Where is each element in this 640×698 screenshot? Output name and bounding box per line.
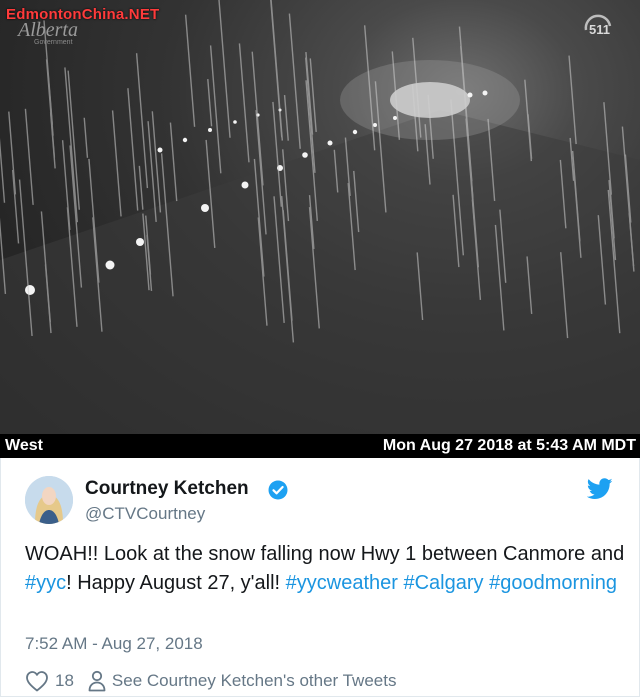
camera-timestamp: Mon Aug 27 2018 at 5:43 AM MDT xyxy=(382,437,636,454)
snow-streak xyxy=(8,111,17,195)
road-light xyxy=(105,260,115,270)
hashtag-link[interactable]: #goodmorning xyxy=(489,572,617,594)
twitter-bird-icon[interactable] xyxy=(587,478,613,500)
road-light xyxy=(233,120,237,124)
alberta-logo-subtitle: Government xyxy=(34,39,73,46)
heart-icon[interactable] xyxy=(25,670,49,692)
other-tweets-link[interactable]: See Courtney Ketchen's other Tweets xyxy=(112,671,397,691)
road-light xyxy=(25,285,35,295)
avatar-image xyxy=(25,476,73,524)
tweet-card: Courtney Ketchen @CTVCourtney WOAH!! Loo… xyxy=(0,458,640,697)
511-logo-icon: 511 xyxy=(584,14,612,37)
road-light xyxy=(467,92,473,98)
hashtag-link[interactable]: #yyc xyxy=(25,572,66,594)
snow-streak xyxy=(288,13,301,149)
snow-streak xyxy=(270,0,283,138)
hashtag-link[interactable]: #yycweather xyxy=(286,572,398,594)
author-handle[interactable]: @CTVCourtney xyxy=(85,504,205,524)
snow-streak xyxy=(0,137,6,203)
tweet-text-segment: ! Happy August 27, y'all! xyxy=(66,572,286,594)
snow-streak xyxy=(568,55,577,145)
snow-streak xyxy=(138,165,144,210)
snow-streak xyxy=(169,122,178,202)
camera-caption-bar: West Mon Aug 27 2018 at 5:43 AM MDT xyxy=(0,434,640,458)
road-light xyxy=(157,147,163,153)
snow-streak xyxy=(49,112,56,169)
road-light xyxy=(352,129,358,135)
tweet-timestamp[interactable]: 7:52 AM - Aug 27, 2018 xyxy=(25,634,203,654)
snow-streak xyxy=(184,14,196,127)
tweet-text: WOAH!! Look at the snow falling now Hwy … xyxy=(25,540,625,598)
author-name[interactable]: Courtney Ketchen xyxy=(85,478,249,500)
traffic-camera-image: EdmontonChina.NET Alberta Government 511… xyxy=(0,0,640,458)
snow-streak xyxy=(83,117,89,158)
snow-streak xyxy=(127,88,139,211)
road-light xyxy=(373,123,377,127)
road-light xyxy=(241,181,249,189)
road-light xyxy=(327,140,333,146)
snowy-highway-scene xyxy=(0,0,640,434)
road-light xyxy=(208,128,212,132)
avatar[interactable] xyxy=(25,476,73,524)
like-count[interactable]: 18 xyxy=(55,671,74,691)
snow-streak xyxy=(283,94,289,141)
road-light xyxy=(482,90,488,96)
hashtag-link[interactable]: #Calgary xyxy=(403,572,483,594)
snow-streak xyxy=(24,108,34,205)
road-light xyxy=(302,152,308,158)
snow-streak xyxy=(218,0,231,138)
snow-streak xyxy=(111,110,122,217)
snow-streak xyxy=(135,53,149,189)
road-light xyxy=(201,204,209,212)
snow-streak xyxy=(238,43,250,163)
tweet-text-segment: WOAH!! Look at the snow falling now Hwy … xyxy=(25,543,625,565)
tweet-actions: 18 See Courtney Ketchen's other Tweets xyxy=(25,669,396,693)
road-light xyxy=(182,137,188,143)
snow-streak xyxy=(207,79,213,127)
verified-badge-icon xyxy=(268,480,288,500)
person-icon xyxy=(88,670,106,692)
snow-streak xyxy=(11,169,20,244)
snow-streak xyxy=(251,51,264,186)
511-logo-text: 511 xyxy=(589,22,610,37)
camera-direction: West xyxy=(5,437,43,454)
snow-streak xyxy=(209,45,222,174)
road-light xyxy=(136,238,144,246)
road-light xyxy=(393,116,397,120)
